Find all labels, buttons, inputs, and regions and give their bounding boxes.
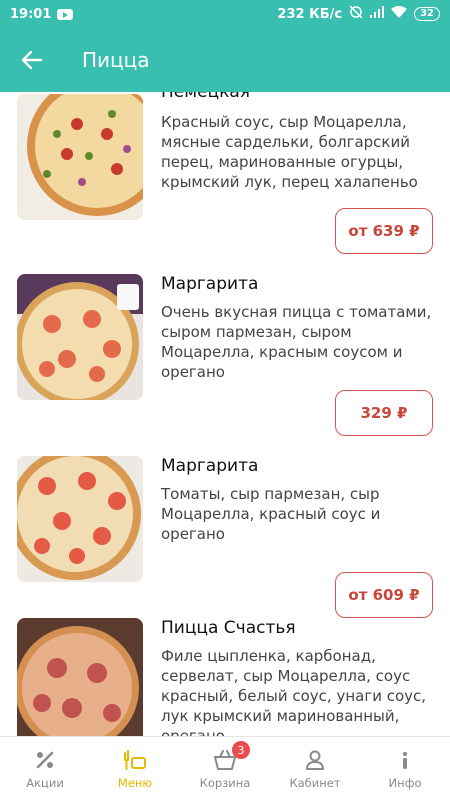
alarm-off-icon xyxy=(349,5,363,23)
arrow-left-icon xyxy=(21,50,43,70)
user-icon xyxy=(304,747,326,773)
cart-count-badge: 3 xyxy=(232,741,250,759)
product-list[interactable]: Немецкая Красный соус, сыр Моцарелла, мя… xyxy=(0,92,450,736)
price-button[interactable]: от 639 ₽ xyxy=(335,208,433,254)
nav-label: Акции xyxy=(26,776,64,790)
battery-indicator: 32 xyxy=(414,7,440,21)
nav-item-cart[interactable]: 3 Корзина xyxy=(180,737,270,800)
nav-label: Инфо xyxy=(388,776,422,790)
signal-icon xyxy=(370,6,385,22)
bottom-navigation: Акции Меню 3 Корзина Кабинет Инфо xyxy=(0,736,450,800)
product-image[interactable] xyxy=(17,94,143,220)
nav-item-account[interactable]: Кабинет xyxy=(270,737,360,800)
menu-food-icon xyxy=(123,747,147,773)
product-image[interactable] xyxy=(17,618,143,736)
product-description: Красный соус, сыр Моцарелла, мясные сард… xyxy=(161,113,418,191)
price-button[interactable]: 329 ₽ xyxy=(335,390,433,436)
product-item[interactable]: Немецкая Красный соус, сыр Моцарелла, мя… xyxy=(0,92,450,262)
product-description: Очень вкусная пицца с томатами, сыром па… xyxy=(161,303,432,381)
nav-label: Корзина xyxy=(199,776,251,790)
youtube-notification-icon xyxy=(57,8,74,20)
status-time: 19:01 xyxy=(10,6,52,22)
product-item[interactable]: Маргарита Томаты, сыр пармезан, сыр Моца… xyxy=(0,446,450,626)
nav-item-promotions[interactable]: Акции xyxy=(0,737,90,800)
nav-label: Кабинет xyxy=(289,776,341,790)
app-bar: Пицца xyxy=(0,28,450,92)
page-title: Пицца xyxy=(82,48,150,72)
product-name: Пицца Счастья xyxy=(161,618,296,638)
product-image[interactable] xyxy=(17,456,143,582)
network-speed: 232 КБ/с xyxy=(277,6,343,22)
product-name: Немецкая xyxy=(161,92,251,102)
info-icon xyxy=(394,747,416,773)
nav-item-menu[interactable]: Меню xyxy=(90,737,180,800)
product-image[interactable] xyxy=(17,274,143,400)
product-description: Филе цыпленка, карбонад, сервелат, сыр М… xyxy=(161,647,427,736)
percent-icon xyxy=(34,747,56,773)
back-button[interactable] xyxy=(0,28,64,92)
nav-label: Меню xyxy=(117,776,153,790)
product-name: Маргарита xyxy=(161,274,259,294)
product-item[interactable]: Пицца Счастья Филе цыпленка, карбонад, с… xyxy=(0,608,450,736)
product-description: Томаты, сыр пармезан, сыр Моцарелла, кра… xyxy=(161,485,381,543)
status-bar: 19:01 232 КБ/с 32 xyxy=(0,0,450,28)
status-right: 232 КБ/с 32 xyxy=(277,5,440,23)
nav-item-info[interactable]: Инфо xyxy=(360,737,450,800)
product-name: Маргарита xyxy=(161,456,259,476)
wifi-icon xyxy=(391,6,408,22)
product-item[interactable]: Маргарита Очень вкусная пицца с томатами… xyxy=(0,264,450,444)
